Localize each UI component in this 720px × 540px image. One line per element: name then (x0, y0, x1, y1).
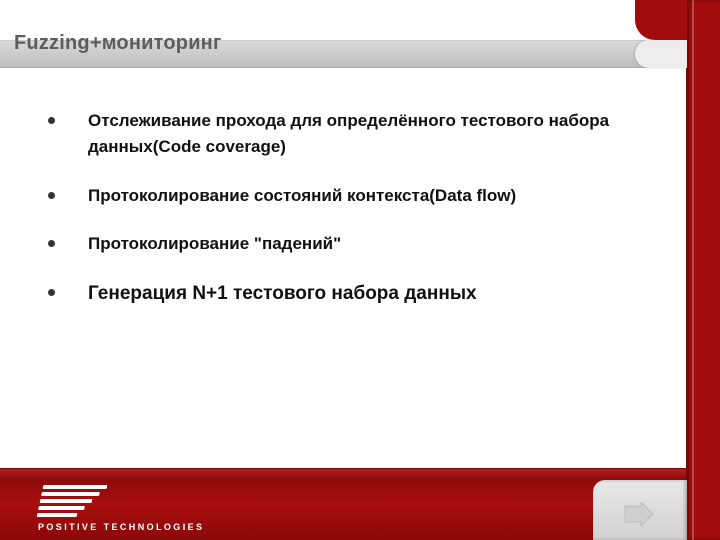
content-area: Отслеживание прохода для определённого т… (0, 90, 686, 468)
bullet-list: Отслеживание прохода для определённого т… (40, 108, 646, 309)
header-corner-accent (635, 0, 687, 40)
list-item-text: Генерация N+1 тестового набора данных (88, 283, 477, 304)
footer-gray-panel (593, 480, 687, 540)
list-item: Генерация N+1 тестового набора данных (40, 279, 646, 308)
footer-stripe (0, 468, 686, 480)
header: Fuzzing+мониторинг (0, 0, 686, 70)
brand-logo-text: POSITIVE TECHNOLOGIES (38, 522, 204, 532)
footer-main: POSITIVE TECHNOLOGIES (0, 480, 686, 540)
right-accent-band (686, 0, 720, 540)
slide-title: Fuzzing+мониторинг (14, 32, 222, 55)
list-item: Отслеживание прохода для определённого т… (40, 108, 646, 161)
list-item: Протоколирование "падений" (40, 231, 646, 257)
brand-logo: POSITIVE TECHNOLOGIES (38, 485, 204, 532)
next-arrow-icon (623, 502, 653, 531)
list-item: Протоколирование состояний контекста(Dat… (40, 183, 646, 209)
brand-logo-mark (37, 485, 108, 517)
footer: POSITIVE TECHNOLOGIES (0, 468, 686, 540)
slide: Fuzzing+мониторинг Отслеживание прохода … (0, 0, 720, 540)
title-bar-cap (635, 40, 687, 68)
